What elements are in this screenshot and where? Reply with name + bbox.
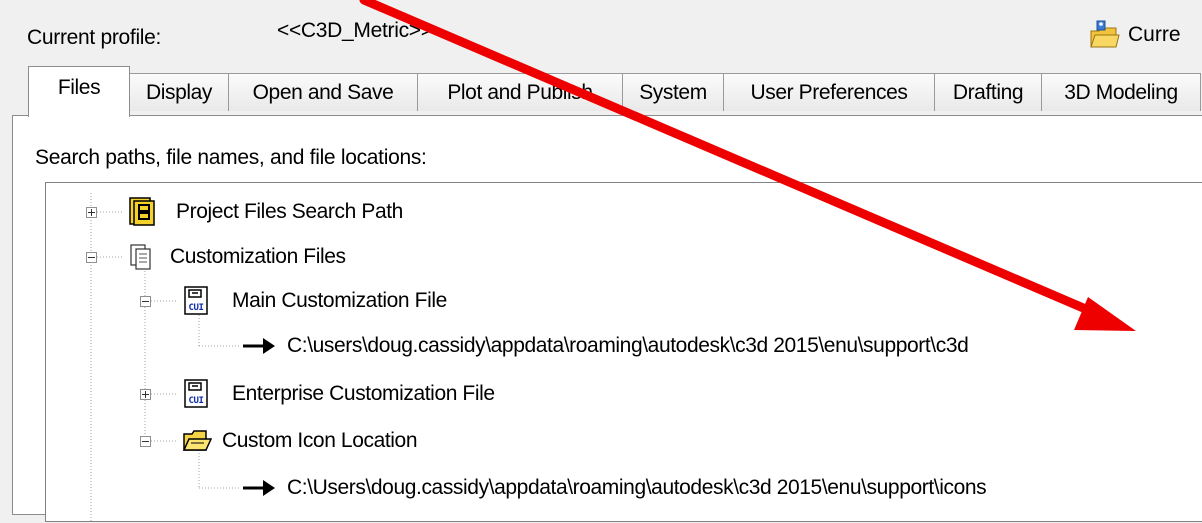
open-folder-icon bbox=[182, 430, 212, 451]
tree-node-enterprise-customization-file[interactable]: CUI Enterprise Customization File bbox=[182, 378, 495, 410]
file-locations-tree[interactable]: Project Files Search Path Customization … bbox=[45, 182, 1202, 523]
tree-node-project-files-search-path[interactable]: Project Files Search Path bbox=[128, 196, 403, 228]
tree-node-custom-icon-location[interactable]: Custom Icon Location bbox=[182, 425, 418, 457]
customization-files-icon bbox=[130, 244, 151, 270]
tab-label: Display bbox=[145, 80, 213, 104]
current-profile-value: <<C3D_Metric>> bbox=[277, 19, 433, 42]
project-files-icon bbox=[129, 197, 155, 226]
current-profile-label: Current profile: bbox=[27, 26, 162, 49]
current-profile-button[interactable]: Curre bbox=[1088, 18, 1181, 52]
files-tab-panel: Search paths, file names, and file locat… bbox=[12, 115, 1202, 523]
collapse-toggle-customization-files[interactable] bbox=[86, 252, 97, 263]
path-arrow-icon bbox=[243, 338, 275, 354]
tree-node-label: Enterprise Customization File bbox=[232, 382, 495, 405]
tab-system[interactable]: System bbox=[622, 73, 724, 111]
tree-node-customization-files[interactable]: Customization Files bbox=[128, 241, 346, 273]
options-tabstrip: Files Display Open and Save Plot and Pub… bbox=[0, 66, 1202, 117]
tab-label: Plot and Publish bbox=[447, 80, 593, 104]
tree-node-label: Main Customization File bbox=[232, 289, 447, 312]
cui-file-icon: CUI bbox=[184, 286, 208, 315]
search-paths-caption: Search paths, file names, and file locat… bbox=[35, 146, 427, 169]
tree-node-custom-icon-path[interactable]: C:\Users\doug.cassidy\appdata\roaming\au… bbox=[241, 472, 987, 504]
tab-label: System bbox=[639, 80, 707, 104]
tab-label: Drafting bbox=[952, 80, 1024, 104]
profile-row: Current profile: <<C3D_Metric>> Curre bbox=[0, 0, 1202, 68]
tab-display[interactable]: Display bbox=[129, 73, 229, 111]
tab-drafting[interactable]: Drafting bbox=[934, 73, 1042, 111]
tree-node-main-customization-path[interactable]: C:\users\doug.cassidy\appdata\roaming\au… bbox=[241, 330, 969, 362]
svg-text:CUI: CUI bbox=[188, 303, 203, 313]
tree-node-label: C:\Users\doug.cassidy\appdata\roaming\au… bbox=[287, 476, 987, 499]
collapse-toggle-main-customization[interactable] bbox=[140, 296, 151, 307]
tree-node-label: Customization Files bbox=[170, 245, 346, 268]
tab-label: Files bbox=[57, 76, 101, 99]
collapse-toggle-custom-icon-location[interactable] bbox=[140, 436, 151, 447]
expand-toggle-project-files[interactable] bbox=[86, 207, 97, 218]
svg-text:CUI: CUI bbox=[188, 396, 203, 406]
tab-label: User Preferences bbox=[750, 80, 908, 104]
tab-label: 3D Modeling bbox=[1064, 80, 1178, 104]
profile-folder-icon bbox=[1090, 20, 1120, 48]
tab-plot-and-publish[interactable]: Plot and Publish bbox=[417, 73, 623, 111]
tab-user-preferences[interactable]: User Preferences bbox=[723, 73, 935, 111]
tree-node-label: Project Files Search Path bbox=[176, 200, 403, 223]
tab-files[interactable]: Files bbox=[28, 66, 130, 117]
expand-toggle-enterprise-customization[interactable] bbox=[140, 389, 151, 400]
tree-node-main-customization-file[interactable]: CUI Main Customization File bbox=[182, 285, 447, 317]
tab-open-and-save[interactable]: Open and Save bbox=[228, 73, 418, 111]
current-profile-button-label: Curre bbox=[1128, 23, 1181, 46]
cui-file-icon: CUI bbox=[184, 379, 208, 408]
tree-node-label: C:\users\doug.cassidy\appdata\roaming\au… bbox=[287, 334, 969, 357]
tab-label: Open and Save bbox=[252, 80, 394, 104]
tree-node-label: Custom Icon Location bbox=[222, 429, 418, 452]
path-arrow-icon bbox=[243, 480, 275, 496]
tab-3d-modeling[interactable]: 3D Modeling bbox=[1041, 73, 1201, 111]
